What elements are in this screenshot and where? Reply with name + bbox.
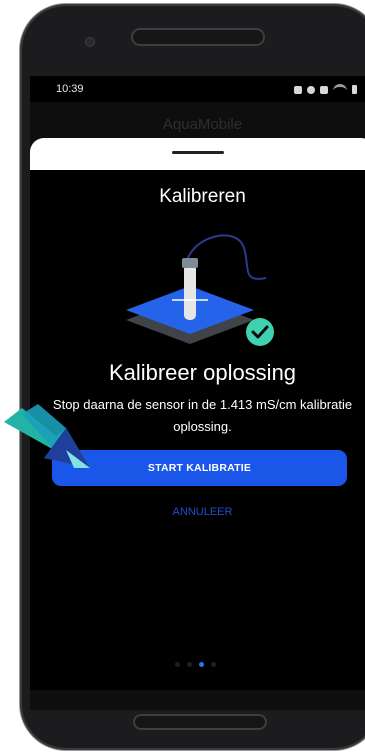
pager-dot [187, 662, 192, 667]
bottom-speaker [135, 716, 265, 728]
front-camera [86, 38, 94, 46]
page-indicator [175, 662, 216, 667]
sheet-title: Kalibreren [159, 186, 246, 207]
pager-dot [211, 662, 216, 667]
pointer-arrow-icon [4, 404, 90, 468]
battery-icon [352, 85, 357, 94]
phone-bottom-bezel [30, 690, 365, 710]
sensor-calibration-icon [126, 234, 274, 346]
earpiece-speaker [133, 30, 263, 44]
bluetooth-icon [320, 85, 328, 94]
cancel-button[interactable]: ANNULEER [30, 506, 365, 518]
home-icon [294, 85, 302, 94]
phone-top-bezel [20, 4, 365, 80]
bottom-sheet-top [30, 138, 365, 174]
wifi-icon [333, 84, 347, 95]
sheet-drag-handle[interactable] [172, 151, 224, 154]
pager-dot-active [199, 662, 204, 667]
status-icons [294, 84, 357, 95]
phone-screen: 10:39 AquaMobile Kalibreren Kalibreer op… [30, 76, 365, 690]
status-bar: 10:39 [30, 76, 365, 102]
status-time: 10:39 [56, 83, 84, 95]
start-calibration-button[interactable]: START KALIBRATIE [52, 450, 347, 486]
check-circle-icon [246, 318, 274, 346]
alarm-icon [307, 85, 315, 94]
pager-dot [175, 662, 180, 667]
app-title: AquaMobile [162, 116, 243, 133]
step-heading: Kalibreer oplossing [108, 360, 297, 385]
